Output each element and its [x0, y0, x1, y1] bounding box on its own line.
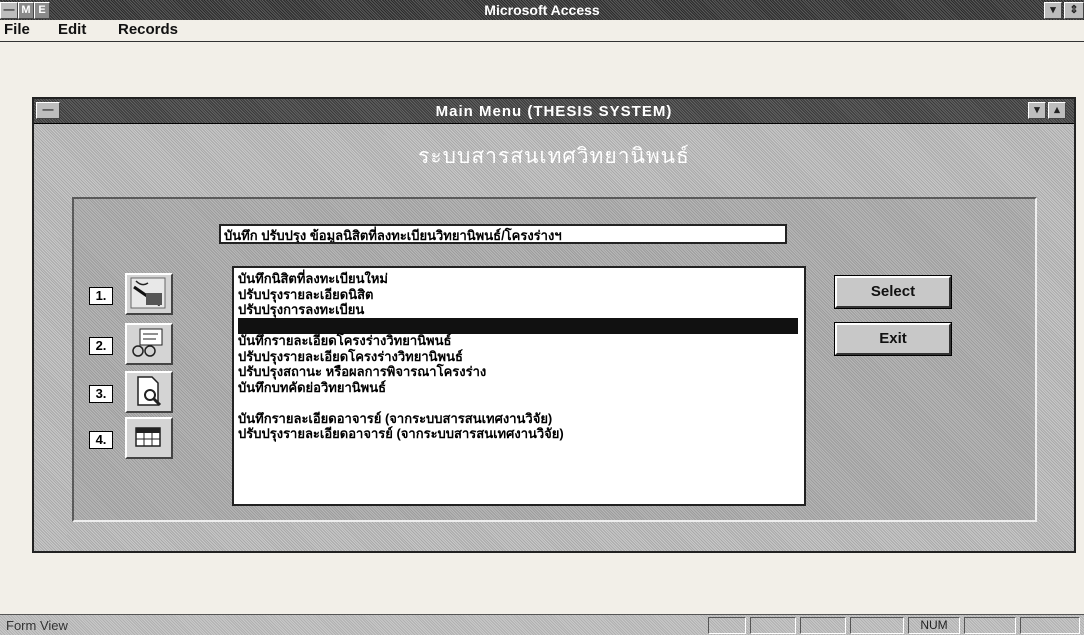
restore-icon[interactable]: ⇕ [1064, 2, 1084, 19]
preview-icon [137, 376, 162, 407]
option-caption: บันทึก ปรับปรุง ข้อมูลนิสิตที่ลงทะเบียนว… [219, 224, 787, 244]
app-title-bar: — M E Microsoft Access ▾ ⇕ [0, 0, 1084, 20]
list-item[interactable] [238, 395, 798, 411]
number-label-2: 2. [89, 337, 113, 355]
main-menu-window: — Main Menu (THESIS SYSTEM) ▾ ▴ ระบบสารส… [32, 97, 1076, 553]
status-indicator-6 [964, 617, 1016, 634]
status-indicator-4 [850, 617, 904, 634]
list-item[interactable]: บันทึกนิสิตที่ลงทะเบียนใหม่ [238, 271, 798, 287]
number-label-3: 3. [89, 385, 113, 403]
list-item[interactable]: บันทึกบทคัดย่อวิทยานิพนธ์ [238, 380, 798, 396]
list-item[interactable]: ปรับปรุงรายละเอียดอาจารย์ (จากระบบสารสนเ… [238, 426, 798, 442]
form-heading: ระบบสารสนเทศวิทยานิพนธ์ [418, 144, 690, 168]
num-lock-indicator: NUM [908, 617, 960, 634]
list-item[interactable]: ปรับปรุงรายละเอียดนิสิต [238, 287, 798, 303]
module-button-3[interactable] [125, 371, 173, 413]
status-indicator-3 [800, 617, 846, 634]
table-icon [135, 427, 161, 447]
list-item[interactable]: ปรับปรุงรายละเอียดโครงร่างวิทยานิพนธ์ [238, 349, 798, 365]
status-indicator-1 [708, 617, 746, 634]
module-button-2[interactable] [125, 323, 173, 365]
menu-file[interactable]: File [4, 21, 30, 38]
window-maximize-icon[interactable]: ▴ [1048, 102, 1066, 119]
minimize-icon[interactable]: ▾ [1044, 2, 1062, 19]
list-item[interactable] [238, 317, 798, 334]
option-list[interactable]: บันทึกนิสิตที่ลงทะเบียนใหม่ ปรับปรุงรายละ… [232, 266, 806, 506]
select-button[interactable]: Select [834, 275, 952, 309]
status-indicator-7 [1020, 617, 1080, 634]
main-window-title-bar: — Main Menu (THESIS SYSTEM) ▾ ▴ [34, 99, 1074, 124]
exit-button[interactable]: Exit [834, 322, 952, 356]
status-bar: Form View NUM [0, 614, 1084, 635]
status-indicator-2 [750, 617, 796, 634]
form-icon [132, 328, 163, 357]
list-item[interactable]: บันทึกรายละเอียดโครงร่างวิทยานิพนธ์ [238, 333, 798, 349]
number-label-1: 1. [89, 287, 113, 305]
form-panel: บันทึก ปรับปรุง ข้อมูลนิสิตที่ลงทะเบียนว… [72, 197, 1037, 522]
menu-bar: File Edit Records [0, 20, 1084, 42]
list-item[interactable]: บันทึกรายละเอียดอาจารย์ (จากระบบสารสนเทศ… [238, 411, 798, 427]
number-label-4: 4. [89, 431, 113, 449]
module-button-1[interactable] [125, 273, 173, 315]
list-item[interactable]: ปรับปรุงการลงทะเบียน [238, 302, 798, 318]
menu-records[interactable]: Records [118, 21, 178, 38]
window-minimize-icon[interactable]: ▾ [1028, 102, 1046, 119]
menu-edit[interactable]: Edit [58, 21, 86, 38]
list-item[interactable]: ปรับปรุงสถานะ หรือผลการพิจารณาโครงร่าง [238, 364, 798, 380]
module-button-4[interactable] [125, 417, 173, 459]
app-title: Microsoft Access [484, 2, 600, 18]
edit-pen-icon [130, 277, 166, 309]
status-text: Form View [6, 618, 68, 633]
main-window-title: Main Menu (THESIS SYSTEM) [435, 103, 673, 120]
